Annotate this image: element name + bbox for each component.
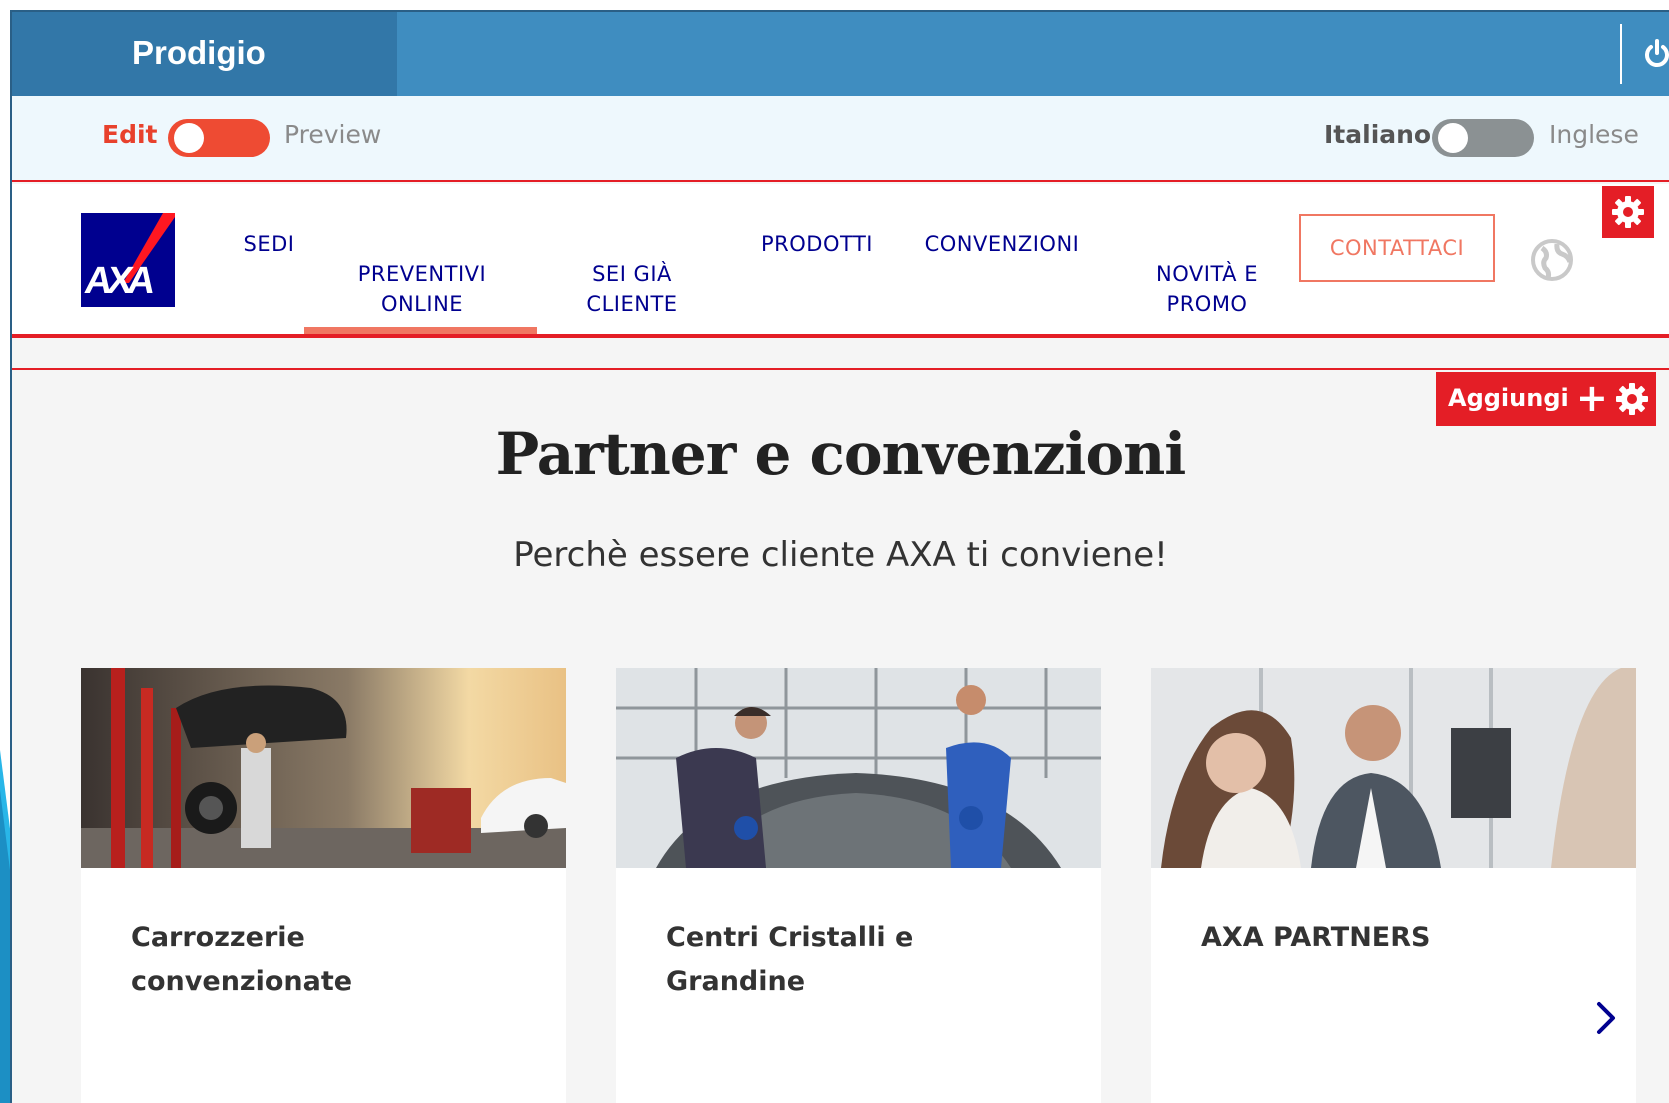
topbar-divider: [1620, 24, 1622, 84]
page-subtitle: Perchè essere cliente AXA ti conviene!: [513, 535, 1168, 575]
preview-label: Preview: [284, 120, 382, 149]
nav-item-label: NOVITÀ E PROMO: [1156, 262, 1258, 316]
axa-logo-text: AXA: [82, 260, 154, 302]
gear-icon: [1612, 196, 1644, 228]
edit-preview-toggle[interactable]: [168, 119, 270, 157]
toggle-knob: [174, 123, 204, 153]
nav-item-sedi[interactable]: SEDI: [234, 229, 304, 259]
nav-item-label: CONVENZIONI: [924, 232, 1080, 256]
nav-item-convenzioni[interactable]: CONVENZIONI: [912, 229, 1092, 259]
language-inglese-label: Inglese: [1549, 120, 1639, 149]
nav-item-label: PRODOTTI: [761, 232, 873, 256]
globe-icon[interactable]: [1530, 238, 1574, 282]
axa-logo[interactable]: AXA: [81, 213, 175, 307]
nav-item-label: SEDI: [243, 232, 295, 256]
card-carrozzerie[interactable]: Carrozzerie convenzionate: [81, 668, 566, 1103]
language-italiano-label: Italiano: [1324, 120, 1432, 149]
card-title: Carrozzerie convenzionate: [131, 922, 353, 997]
nav-item-novita-promo[interactable]: NOVITÀ E PROMO: [1142, 229, 1272, 319]
edit-label: Edit: [102, 120, 158, 149]
gear-icon[interactable]: [1614, 381, 1650, 417]
mode-bar: Edit Preview Italiano Inglese: [12, 96, 1669, 182]
language-toggle[interactable]: [1432, 119, 1534, 157]
add-section-bar[interactable]: Aggiungi +: [1436, 372, 1656, 426]
toggle-knob: [1438, 123, 1468, 153]
card-title: AXA PARTNERS: [1201, 922, 1431, 953]
card-axa-partners[interactable]: AXA PARTNERS: [1151, 668, 1636, 1103]
page-title: Partner e convenzioni: [495, 420, 1187, 488]
nav-item-label: PREVENTIVI ONLINE: [357, 262, 487, 316]
power-icon[interactable]: [1642, 38, 1669, 70]
add-label: Aggiungi: [1448, 384, 1569, 412]
section-divider: [12, 368, 1669, 370]
card-title: Centri Cristalli e Grandine: [666, 922, 914, 997]
app-title: Prodigio: [132, 34, 266, 71]
plus-icon[interactable]: +: [1576, 376, 1608, 420]
nav-item-label: SEI GIÀ CLIENTE: [586, 262, 678, 316]
chevron-right-icon[interactable]: [1591, 998, 1621, 1038]
card-image-workshop: [81, 668, 566, 868]
contattaci-button[interactable]: CONTATTACI: [1299, 214, 1495, 282]
card-image-meeting: [1151, 668, 1636, 868]
active-nav-indicator: [304, 327, 537, 334]
top-bar: Prodigio: [12, 12, 1669, 96]
card-cristalli-grandine[interactable]: Centri Cristalli e Grandine: [616, 668, 1101, 1103]
app-brand[interactable]: Prodigio: [12, 12, 397, 96]
nav-item-sei-gia-cliente[interactable]: SEI GIÀ CLIENTE: [572, 229, 692, 319]
card-image-windshield: [616, 668, 1101, 868]
app-window: Prodigio Edit Preview Italiano Inglese A…: [10, 10, 1669, 1103]
nav-item-preventivi-online[interactable]: PREVENTIVI ONLINE: [342, 229, 502, 319]
site-navbar: AXA SEDI PREVENTIVI ONLINE SEI GIÀ CLIEN…: [12, 184, 1669, 338]
nav-item-prodotti[interactable]: PRODOTTI: [752, 229, 882, 259]
navbar-settings-button[interactable]: [1602, 186, 1654, 238]
